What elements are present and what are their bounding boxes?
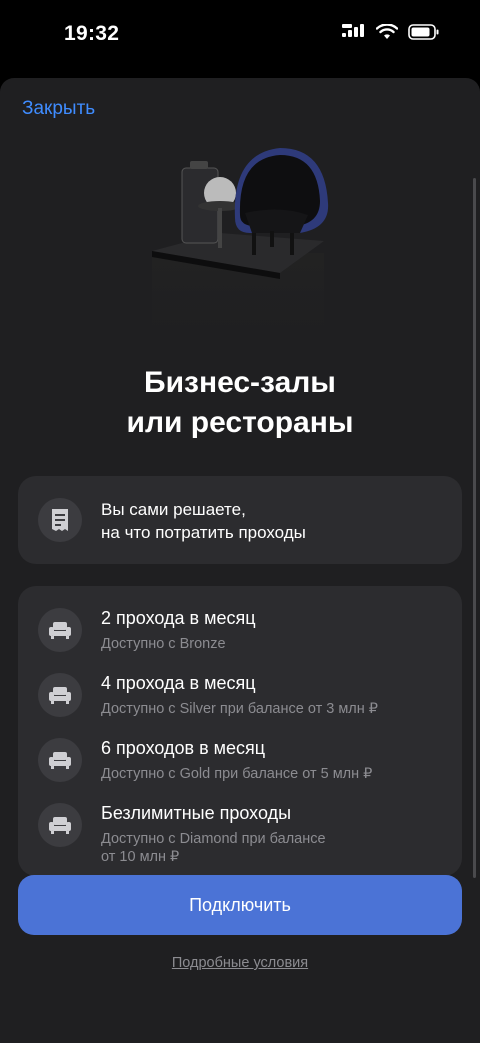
intro-line-1: Вы сами решаете, xyxy=(101,500,246,519)
cellular-signal-icon xyxy=(342,24,366,45)
item-subtitle: Доступно с Bronze xyxy=(101,636,226,652)
close-button[interactable]: Закрыть xyxy=(22,98,95,120)
terms-link-label[interactable]: Подробные условия xyxy=(172,955,308,971)
page-title: Бизнес-залы или рестораны xyxy=(0,363,480,443)
item-title: 4 прохода в месяц xyxy=(101,673,256,693)
terms-link: Подробные условия xyxy=(0,955,480,971)
connect-button[interactable]: Подключить xyxy=(18,875,462,935)
title-line-2: или рестораны xyxy=(126,406,354,439)
status-bar: 19:32 xyxy=(0,0,480,70)
lounge-chair-illustration xyxy=(140,133,340,333)
item-title: 6 проходов в месяц xyxy=(101,738,266,758)
scrollbar[interactable] xyxy=(473,178,476,878)
intro-card: Вы сами решаете, на что потратить проход… xyxy=(18,476,462,564)
item-title: 2 прохода в месяц xyxy=(101,608,256,628)
title-line-1: Бизнес-залы xyxy=(144,366,336,399)
status-time: 19:32 xyxy=(64,22,120,45)
sofa-icon xyxy=(38,608,82,652)
item-subtitle: Доступно с Diamond при балансе от 10 млн… xyxy=(101,830,421,866)
intro-text: Вы сами решаете, на что потратить проход… xyxy=(101,498,306,544)
item-subtitle: Доступно с Gold при балансе от 5 млн ₽ xyxy=(101,766,373,782)
item-subtitle-line-2: от 10 млн ₽ xyxy=(101,849,180,865)
battery-icon xyxy=(408,24,440,45)
item-subtitle: Доступно с Silver при балансе от 3 млн ₽ xyxy=(101,701,379,717)
item-title: Безлимитные проходы xyxy=(101,803,292,823)
wifi-icon xyxy=(375,23,399,45)
intro-line-2: на что потратить проходы xyxy=(101,523,306,542)
status-icons xyxy=(342,23,440,45)
receipt-icon xyxy=(38,498,82,542)
tiers-card: 2 прохода в месяц Доступно с Bronze 4 пр… xyxy=(18,586,462,876)
sofa-icon xyxy=(38,673,82,717)
sofa-icon xyxy=(38,803,82,847)
bottom-sheet: Закрыть Бизнес-залы или рестораны Вы сам… xyxy=(0,78,480,1043)
sofa-icon xyxy=(38,738,82,782)
item-subtitle-line-1: Доступно с Diamond при балансе xyxy=(101,831,326,847)
